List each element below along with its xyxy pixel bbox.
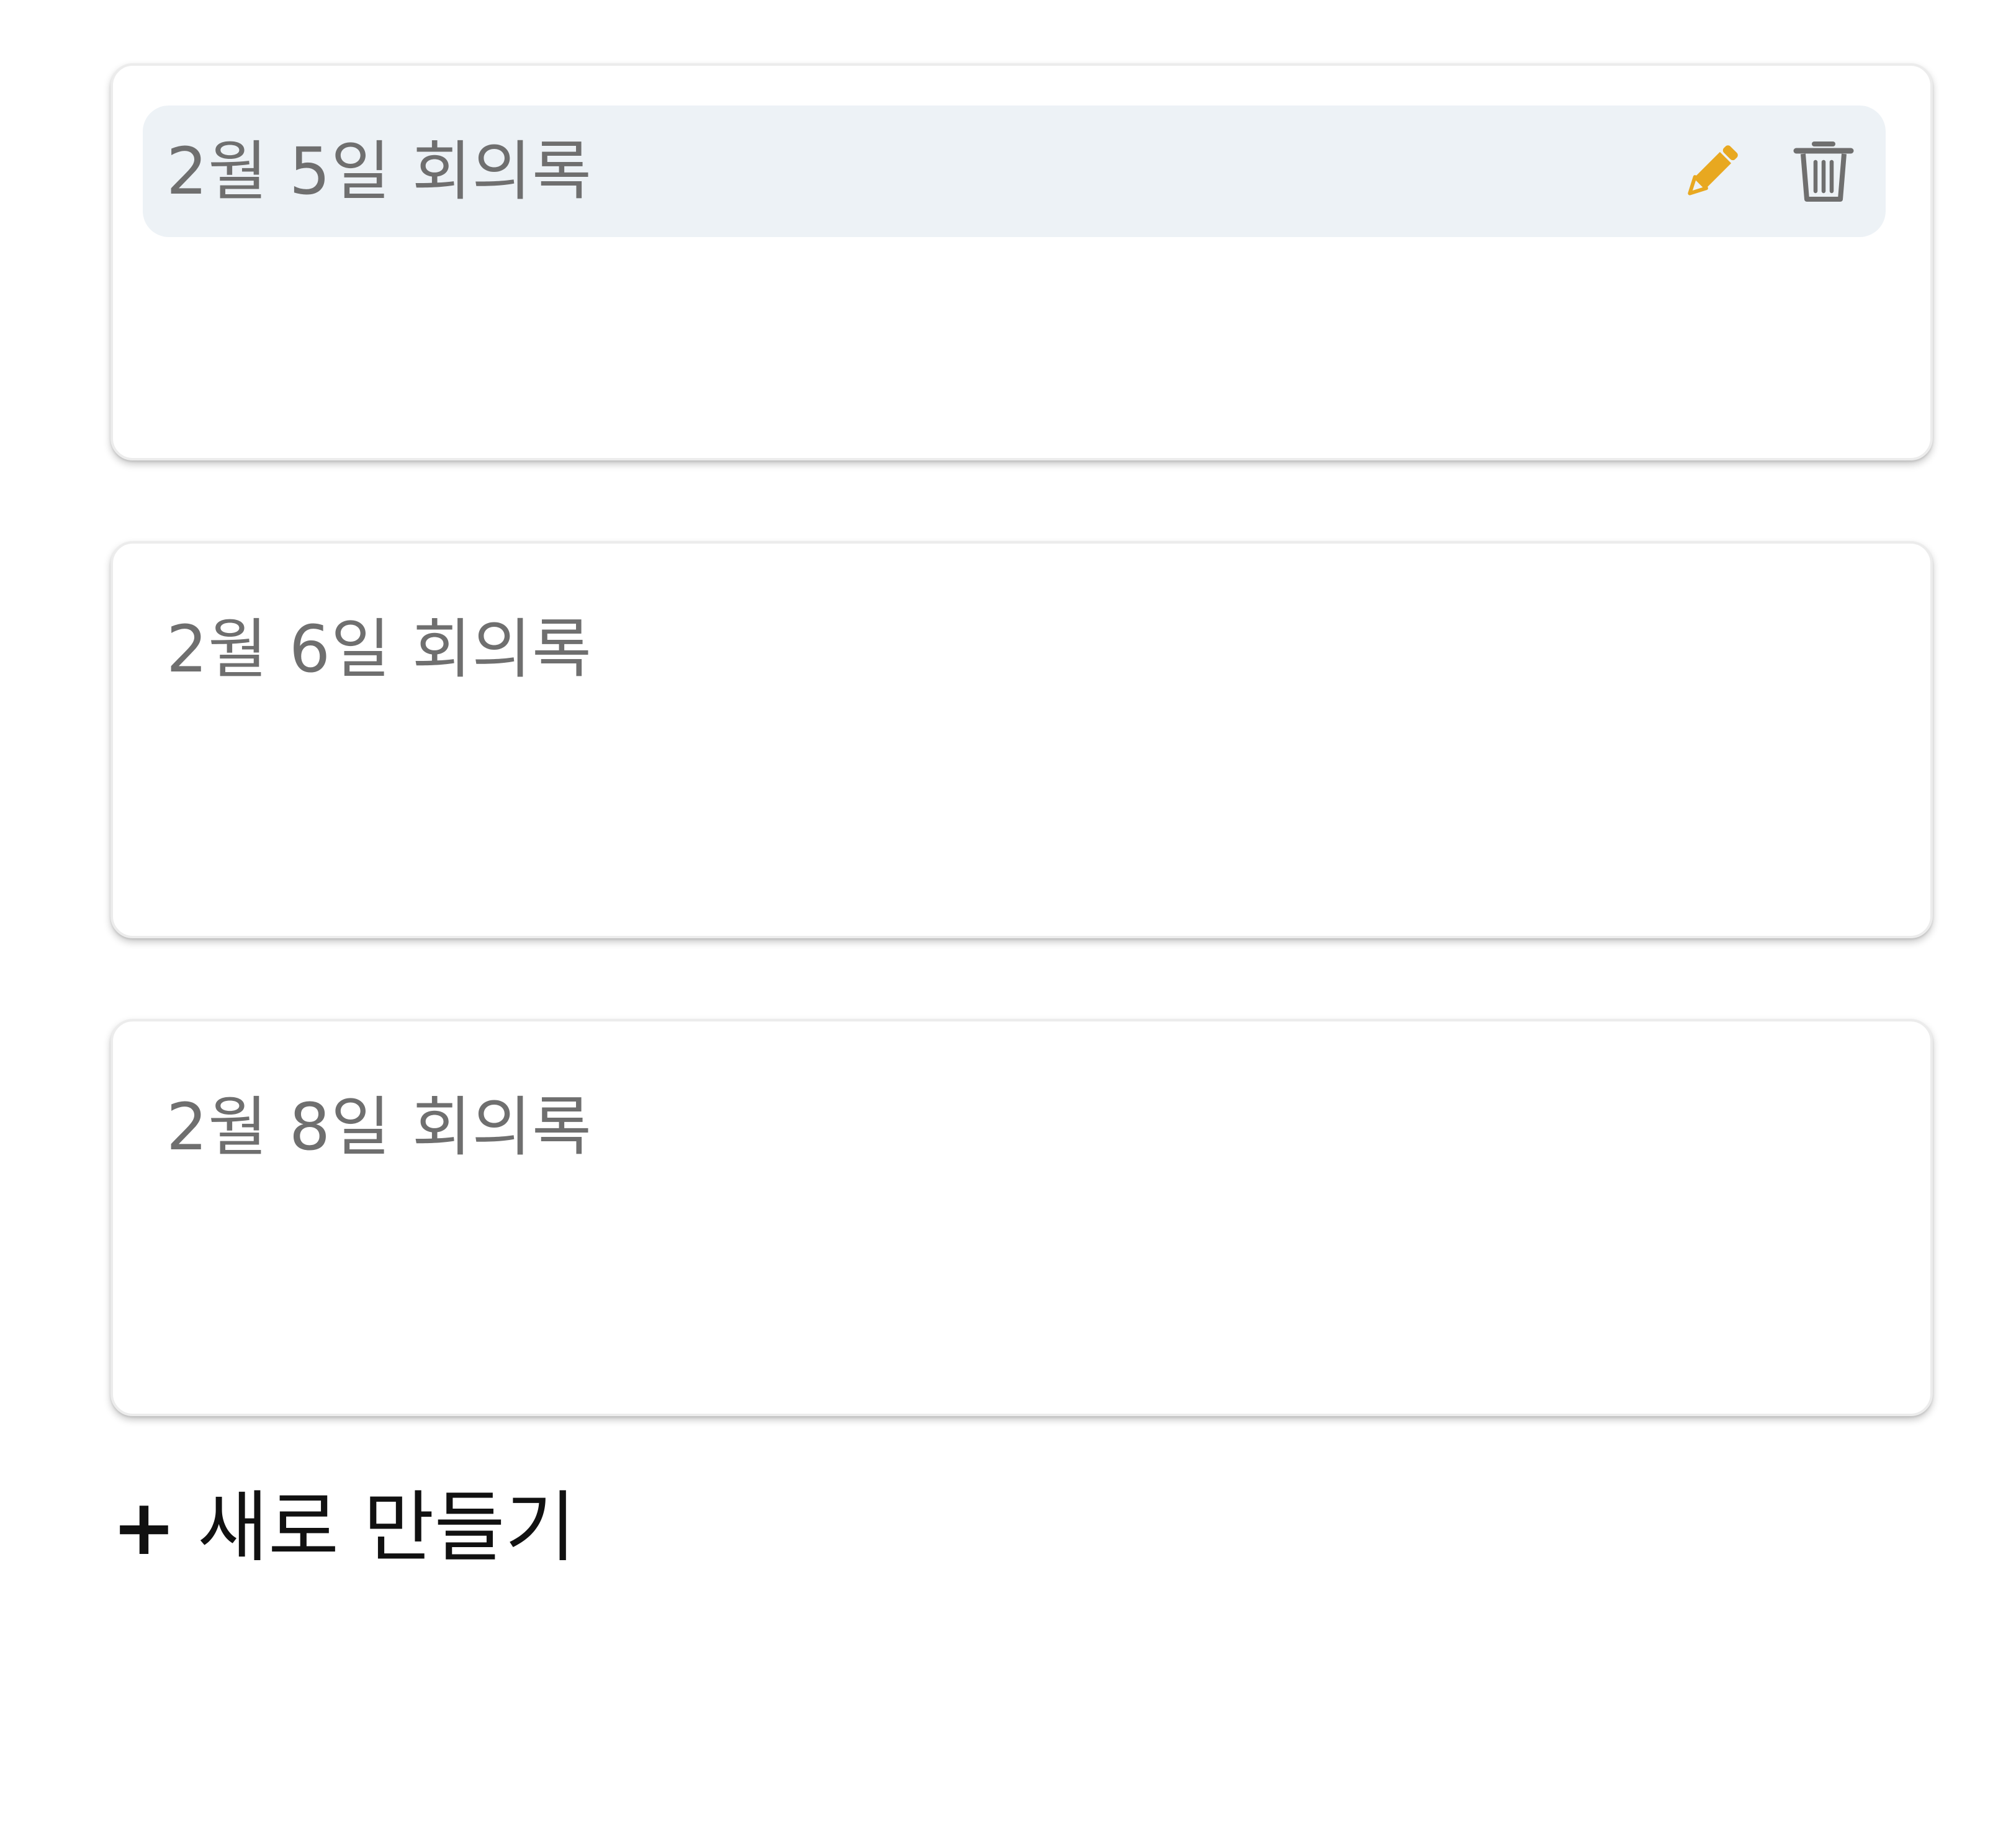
create-new-label: 새로 만들기 (197, 1483, 576, 1573)
note-card[interactable]: 2월 5일 회의록 (110, 63, 1933, 460)
create-new-button[interactable]: + 새로 만들기 (112, 1478, 576, 1578)
note-title: 2월 5일 회의록 (166, 133, 592, 209)
note-card[interactable]: 2월 6일 회의록 (110, 541, 1933, 938)
edit-button[interactable] (1668, 128, 1755, 215)
note-title: 2월 8일 회의록 (166, 1089, 592, 1165)
note-card-header[interactable]: 2월 6일 회의록 (143, 583, 1886, 715)
pencil-icon (1688, 145, 1738, 195)
plus-icon: + (112, 1483, 176, 1573)
note-title: 2월 6일 회의록 (166, 611, 592, 687)
note-card-header[interactable]: 2월 8일 회의록 (143, 1061, 1886, 1193)
note-card-header-selected[interactable]: 2월 5일 회의록 (143, 105, 1886, 237)
delete-button[interactable] (1780, 128, 1867, 215)
notes-list: 2월 5일 회의록 2월 6일 회의록 2월 8일 회의록 + 새로 만들기 (0, 0, 2016, 1827)
trash-icon (1793, 141, 1854, 202)
note-card[interactable]: 2월 8일 회의록 (110, 1019, 1933, 1416)
